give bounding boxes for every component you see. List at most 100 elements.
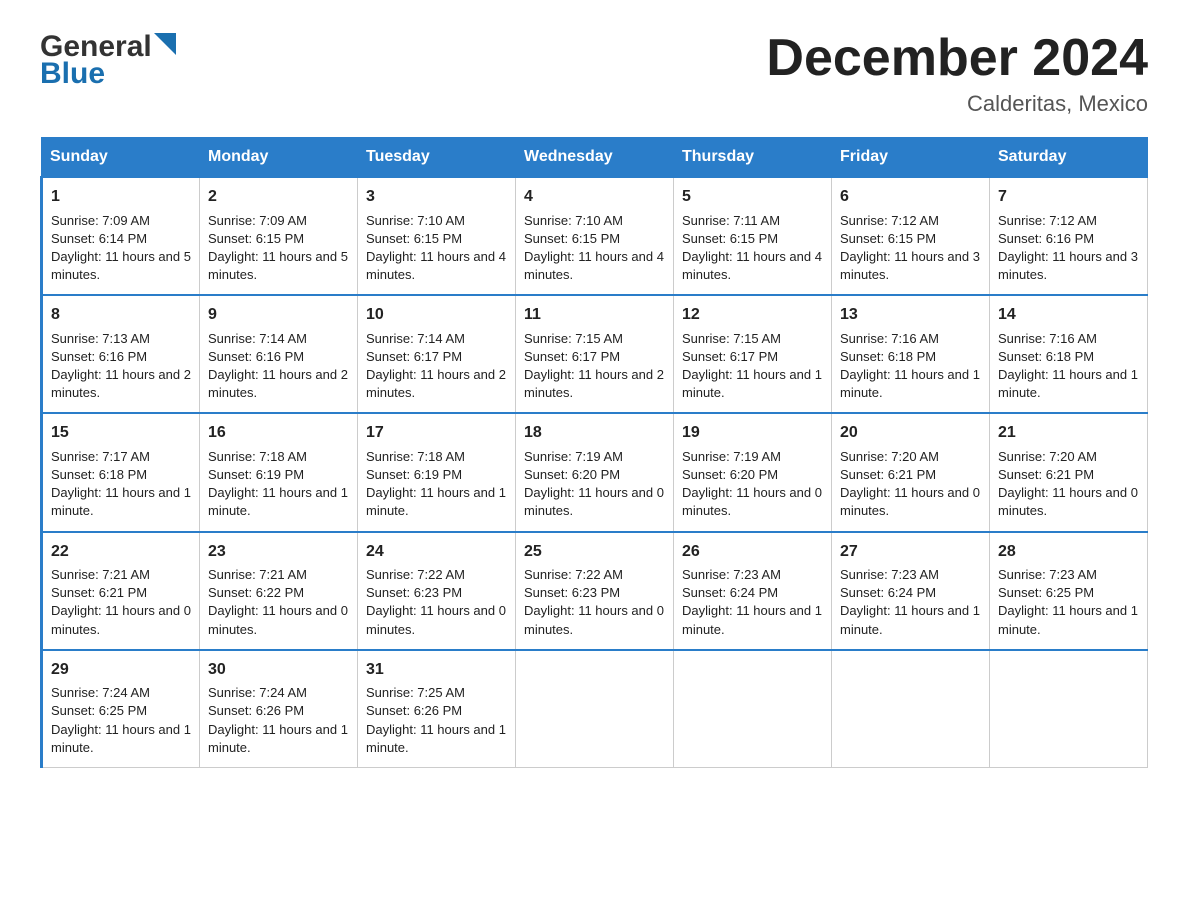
sunset-text: Sunset: 6:21 PM [998, 467, 1094, 482]
day-number: 20 [840, 422, 981, 444]
day-number: 18 [524, 422, 665, 444]
calendar-cell: 1Sunrise: 7:09 AMSunset: 6:14 PMDaylight… [42, 177, 200, 295]
calendar-cell: 21Sunrise: 7:20 AMSunset: 6:21 PMDayligh… [990, 413, 1148, 531]
calendar-cell: 7Sunrise: 7:12 AMSunset: 6:16 PMDaylight… [990, 177, 1148, 295]
sunset-text: Sunset: 6:15 PM [366, 231, 462, 246]
header-wednesday: Wednesday [516, 138, 674, 178]
calendar-cell: 3Sunrise: 7:10 AMSunset: 6:15 PMDaylight… [358, 177, 516, 295]
sunset-text: Sunset: 6:19 PM [366, 467, 462, 482]
day-number: 4 [524, 186, 665, 208]
sunset-text: Sunset: 6:20 PM [682, 467, 778, 482]
calendar-cell: 8Sunrise: 7:13 AMSunset: 6:16 PMDaylight… [42, 295, 200, 413]
daylight-text: Daylight: 11 hours and 1 minute. [840, 603, 980, 636]
header-sunday: Sunday [42, 138, 200, 178]
sunrise-text: Sunrise: 7:18 AM [366, 449, 465, 464]
sunset-text: Sunset: 6:25 PM [998, 585, 1094, 600]
sunrise-text: Sunrise: 7:19 AM [682, 449, 781, 464]
day-number: 30 [208, 659, 349, 681]
day-number: 25 [524, 541, 665, 563]
calendar-week-2: 8Sunrise: 7:13 AMSunset: 6:16 PMDaylight… [42, 295, 1148, 413]
day-number: 16 [208, 422, 349, 444]
sunrise-text: Sunrise: 7:23 AM [998, 567, 1097, 582]
calendar-week-4: 22Sunrise: 7:21 AMSunset: 6:21 PMDayligh… [42, 532, 1148, 650]
sunset-text: Sunset: 6:26 PM [208, 703, 304, 718]
sunset-text: Sunset: 6:19 PM [208, 467, 304, 482]
day-number: 22 [51, 541, 191, 563]
calendar-cell: 23Sunrise: 7:21 AMSunset: 6:22 PMDayligh… [200, 532, 358, 650]
day-number: 6 [840, 186, 981, 208]
daylight-text: Daylight: 11 hours and 0 minutes. [998, 485, 1138, 518]
sunset-text: Sunset: 6:17 PM [682, 349, 778, 364]
daylight-text: Daylight: 11 hours and 2 minutes. [208, 367, 348, 400]
calendar-header-row: SundayMondayTuesdayWednesdayThursdayFrid… [42, 138, 1148, 178]
calendar-cell: 5Sunrise: 7:11 AMSunset: 6:15 PMDaylight… [674, 177, 832, 295]
day-number: 10 [366, 304, 507, 326]
daylight-text: Daylight: 11 hours and 1 minute. [998, 367, 1138, 400]
day-number: 15 [51, 422, 191, 444]
calendar-cell: 10Sunrise: 7:14 AMSunset: 6:17 PMDayligh… [358, 295, 516, 413]
calendar-cell [832, 650, 990, 768]
calendar-cell: 11Sunrise: 7:15 AMSunset: 6:17 PMDayligh… [516, 295, 674, 413]
sunset-text: Sunset: 6:26 PM [366, 703, 462, 718]
sunset-text: Sunset: 6:14 PM [51, 231, 147, 246]
daylight-text: Daylight: 11 hours and 1 minute. [840, 367, 980, 400]
day-number: 3 [366, 186, 507, 208]
sunrise-text: Sunrise: 7:22 AM [524, 567, 623, 582]
sunrise-text: Sunrise: 7:23 AM [840, 567, 939, 582]
day-number: 21 [998, 422, 1139, 444]
day-number: 24 [366, 541, 507, 563]
sunset-text: Sunset: 6:25 PM [51, 703, 147, 718]
month-title: December 2024 [766, 30, 1148, 87]
daylight-text: Daylight: 11 hours and 1 minute. [682, 603, 822, 636]
calendar-cell: 9Sunrise: 7:14 AMSunset: 6:16 PMDaylight… [200, 295, 358, 413]
daylight-text: Daylight: 11 hours and 1 minute. [366, 722, 506, 755]
day-number: 17 [366, 422, 507, 444]
sunrise-text: Sunrise: 7:21 AM [208, 567, 307, 582]
day-number: 27 [840, 541, 981, 563]
daylight-text: Daylight: 11 hours and 5 minutes. [51, 249, 191, 282]
sunrise-text: Sunrise: 7:18 AM [208, 449, 307, 464]
calendar-cell: 13Sunrise: 7:16 AMSunset: 6:18 PMDayligh… [832, 295, 990, 413]
calendar-cell: 15Sunrise: 7:17 AMSunset: 6:18 PMDayligh… [42, 413, 200, 531]
calendar-cell: 20Sunrise: 7:20 AMSunset: 6:21 PMDayligh… [832, 413, 990, 531]
calendar-cell: 30Sunrise: 7:24 AMSunset: 6:26 PMDayligh… [200, 650, 358, 768]
header-thursday: Thursday [674, 138, 832, 178]
logo-arrow-icon [154, 33, 176, 55]
day-number: 8 [51, 304, 191, 326]
daylight-text: Daylight: 11 hours and 1 minute. [51, 722, 191, 755]
sunset-text: Sunset: 6:15 PM [208, 231, 304, 246]
daylight-text: Daylight: 11 hours and 1 minute. [682, 367, 822, 400]
sunrise-text: Sunrise: 7:24 AM [51, 685, 150, 700]
calendar-cell [990, 650, 1148, 768]
day-number: 7 [998, 186, 1139, 208]
calendar-cell: 26Sunrise: 7:23 AMSunset: 6:24 PMDayligh… [674, 532, 832, 650]
day-number: 1 [51, 186, 191, 208]
sunrise-text: Sunrise: 7:14 AM [366, 331, 465, 346]
sunset-text: Sunset: 6:18 PM [840, 349, 936, 364]
daylight-text: Daylight: 11 hours and 3 minutes. [840, 249, 980, 282]
sunset-text: Sunset: 6:24 PM [840, 585, 936, 600]
calendar-cell: 22Sunrise: 7:21 AMSunset: 6:21 PMDayligh… [42, 532, 200, 650]
calendar-week-1: 1Sunrise: 7:09 AMSunset: 6:14 PMDaylight… [42, 177, 1148, 295]
sunrise-text: Sunrise: 7:17 AM [51, 449, 150, 464]
day-number: 19 [682, 422, 823, 444]
logo: General Blue [40, 30, 176, 90]
day-number: 28 [998, 541, 1139, 563]
calendar-cell: 19Sunrise: 7:19 AMSunset: 6:20 PMDayligh… [674, 413, 832, 531]
sunset-text: Sunset: 6:23 PM [366, 585, 462, 600]
daylight-text: Daylight: 11 hours and 1 minute. [998, 603, 1138, 636]
calendar-cell: 14Sunrise: 7:16 AMSunset: 6:18 PMDayligh… [990, 295, 1148, 413]
sunrise-text: Sunrise: 7:20 AM [840, 449, 939, 464]
daylight-text: Daylight: 11 hours and 1 minute. [51, 485, 191, 518]
sunset-text: Sunset: 6:16 PM [208, 349, 304, 364]
sunset-text: Sunset: 6:21 PM [840, 467, 936, 482]
calendar-cell: 31Sunrise: 7:25 AMSunset: 6:26 PMDayligh… [358, 650, 516, 768]
sunset-text: Sunset: 6:16 PM [51, 349, 147, 364]
calendar-cell: 6Sunrise: 7:12 AMSunset: 6:15 PMDaylight… [832, 177, 990, 295]
calendar-week-5: 29Sunrise: 7:24 AMSunset: 6:25 PMDayligh… [42, 650, 1148, 768]
daylight-text: Daylight: 11 hours and 2 minutes. [51, 367, 191, 400]
sunrise-text: Sunrise: 7:15 AM [682, 331, 781, 346]
day-number: 26 [682, 541, 823, 563]
calendar-cell: 17Sunrise: 7:18 AMSunset: 6:19 PMDayligh… [358, 413, 516, 531]
daylight-text: Daylight: 11 hours and 2 minutes. [524, 367, 664, 400]
